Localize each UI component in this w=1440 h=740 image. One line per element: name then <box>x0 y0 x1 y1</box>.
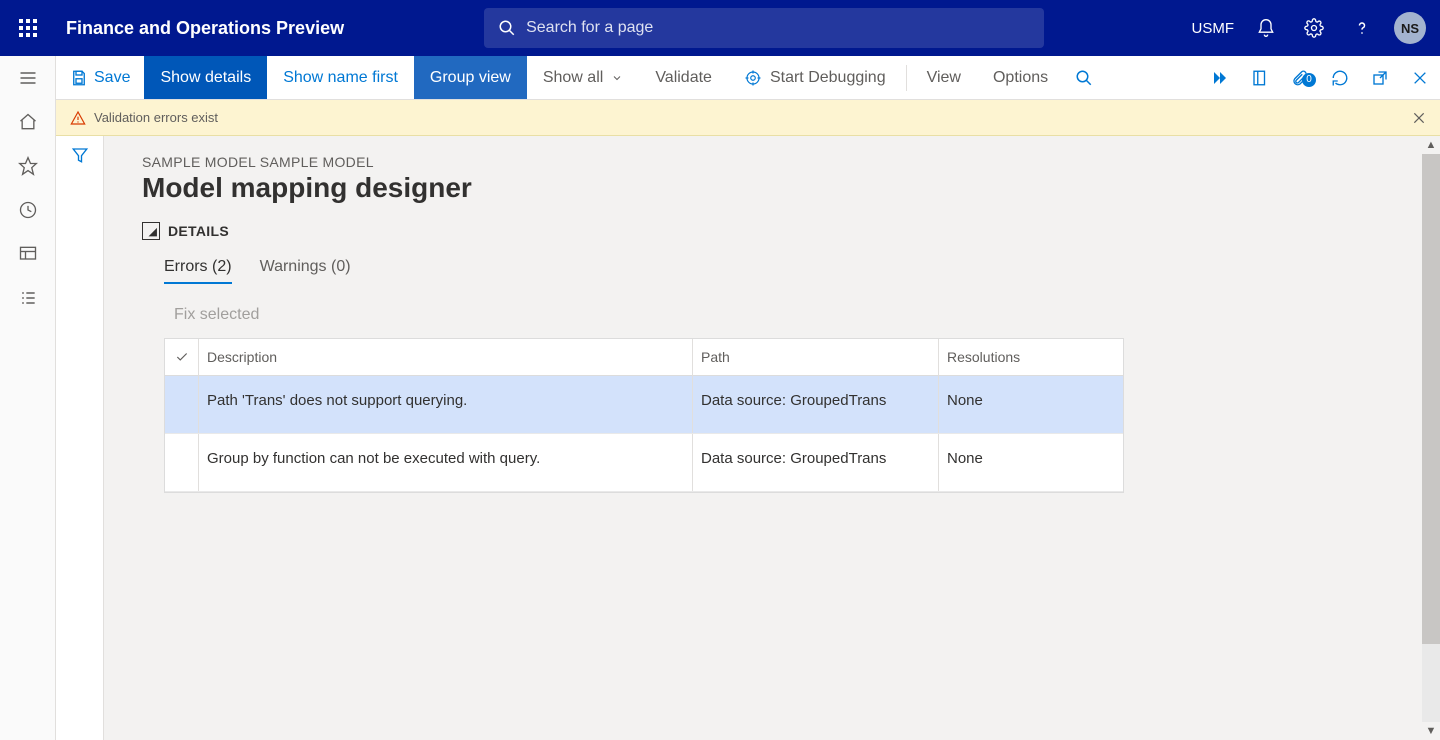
filter-icon[interactable] <box>71 146 89 740</box>
close-icon[interactable] <box>1400 70 1440 86</box>
app-launcher-icon[interactable] <box>0 0 56 56</box>
options-label: Options <box>993 69 1048 87</box>
search-icon <box>498 19 516 37</box>
search-box[interactable] <box>484 8 1044 48</box>
select-all-checkbox[interactable] <box>165 339 199 376</box>
breadcrumb: SAMPLE MODEL SAMPLE MODEL <box>142 154 1402 170</box>
tab-warnings[interactable]: Warnings (0) <box>260 258 351 284</box>
search-input[interactable] <box>526 19 1030 37</box>
popout-icon[interactable] <box>1360 69 1400 87</box>
save-label: Save <box>94 69 130 87</box>
group-view-button[interactable]: Group view <box>414 56 527 99</box>
chevron-down-icon <box>611 72 623 84</box>
modules-icon[interactable] <box>0 276 56 320</box>
cell-resolutions: None <box>939 376 1123 433</box>
options-button[interactable]: Options <box>977 56 1064 99</box>
help-icon[interactable] <box>1346 12 1378 44</box>
vertical-scrollbar[interactable]: ▲ ▼ <box>1422 136 1440 740</box>
validate-button[interactable]: Validate <box>639 56 728 99</box>
attachments-badge: 0 <box>1302 73 1316 87</box>
grid-header: Description Path Resolutions <box>165 339 1123 376</box>
scroll-down-icon[interactable]: ▼ <box>1422 722 1440 740</box>
filter-column <box>56 136 104 740</box>
scroll-thumb[interactable] <box>1422 154 1440 644</box>
action-bar-right: 0 <box>1200 56 1440 99</box>
scroll-up-icon[interactable]: ▲ <box>1422 136 1440 154</box>
tab-errors[interactable]: Errors (2) <box>164 258 232 284</box>
message-text: Validation errors exist <box>94 110 218 125</box>
page-body: SAMPLE MODEL SAMPLE MODEL Model mapping … <box>104 136 1440 740</box>
cell-description: Path 'Trans' does not support querying. <box>199 376 693 433</box>
workspace-icon[interactable] <box>0 232 56 276</box>
table-row[interactable]: Path 'Trans' does not support querying.D… <box>165 376 1123 434</box>
page-title: Model mapping designer <box>142 172 1402 204</box>
message-bar: Validation errors exist <box>56 100 1440 136</box>
row-checkbox[interactable] <box>165 376 199 433</box>
fix-selected-button: Fix selected <box>174 306 1402 324</box>
debug-icon <box>744 69 762 87</box>
col-resolutions[interactable]: Resolutions <box>939 339 1123 376</box>
message-close-icon[interactable] <box>1412 111 1426 125</box>
cell-description: Group by function can not be executed wi… <box>199 434 693 491</box>
show-details-button[interactable]: Show details <box>144 56 267 99</box>
global-header: Finance and Operations Preview USMF NS <box>0 0 1440 56</box>
separator <box>906 65 907 91</box>
save-button[interactable]: Save <box>56 56 144 99</box>
search-box-wrap <box>484 8 1044 48</box>
user-avatar[interactable]: NS <box>1394 12 1426 44</box>
validate-label: Validate <box>655 69 712 87</box>
show-name-first-button[interactable]: Show name first <box>267 56 414 99</box>
row-checkbox[interactable] <box>165 434 199 491</box>
header-right: USMF NS <box>1192 12 1440 44</box>
refresh-icon[interactable] <box>1320 69 1360 87</box>
details-label: DETAILS <box>168 223 229 239</box>
attachments-icon[interactable]: 0 <box>1280 69 1320 87</box>
group-view-label: Group view <box>430 69 511 87</box>
view-button[interactable]: View <box>911 56 977 99</box>
col-path[interactable]: Path <box>693 339 939 376</box>
office-addin-icon[interactable] <box>1240 69 1280 87</box>
details-header[interactable]: ◢ DETAILS <box>142 222 1402 240</box>
app-title: Finance and Operations Preview <box>66 18 344 39</box>
cell-path: Data source: GroupedTrans <box>693 434 939 491</box>
favorite-icon[interactable] <box>0 144 56 188</box>
cell-path: Data source: GroupedTrans <box>693 376 939 433</box>
hamburger-icon[interactable] <box>0 56 56 100</box>
recent-icon[interactable] <box>0 188 56 232</box>
show-name-first-label: Show name first <box>283 69 398 87</box>
find-icon[interactable] <box>1064 56 1104 99</box>
company-code[interactable]: USMF <box>1192 20 1235 37</box>
details-tabs: Errors (2) Warnings (0) <box>164 258 1402 284</box>
home-icon[interactable] <box>0 100 56 144</box>
show-all-label: Show all <box>543 69 603 87</box>
action-bar: Save Show details Show name first Group … <box>56 56 1440 100</box>
related-info-icon[interactable] <box>1200 69 1240 87</box>
notifications-icon[interactable] <box>1250 12 1282 44</box>
table-row[interactable]: Group by function can not be executed wi… <box>165 434 1123 492</box>
show-all-button[interactable]: Show all <box>527 56 639 99</box>
settings-icon[interactable] <box>1298 12 1330 44</box>
cell-resolutions: None <box>939 434 1123 491</box>
warning-icon <box>70 110 86 126</box>
show-details-label: Show details <box>160 69 251 87</box>
collapse-icon[interactable]: ◢ <box>142 222 160 240</box>
view-label: View <box>927 69 961 87</box>
start-debugging-label: Start Debugging <box>770 69 886 87</box>
col-description[interactable]: Description <box>199 339 693 376</box>
errors-grid: Description Path Resolutions Path 'Trans… <box>164 338 1124 493</box>
start-debugging-button[interactable]: Start Debugging <box>728 56 902 99</box>
left-rail <box>0 56 56 740</box>
